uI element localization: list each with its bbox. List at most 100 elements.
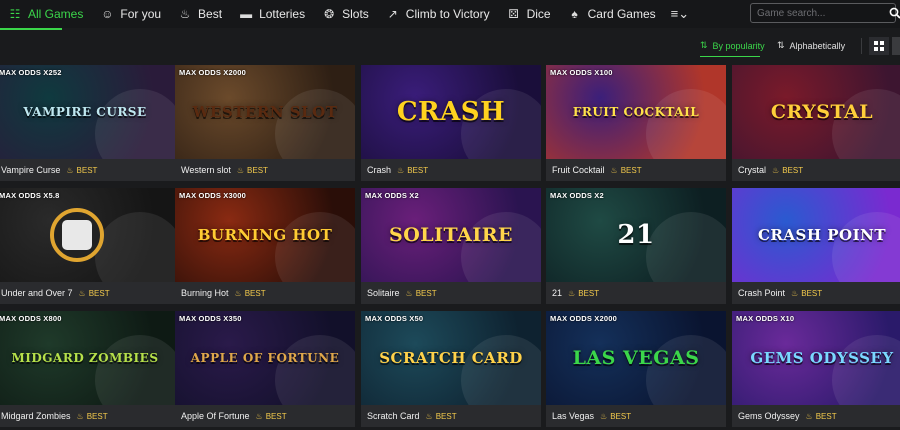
game-logo-text: VAMPIRE CURSE [23,105,147,119]
fire-icon: ♨ [405,288,413,298]
nav-tab-card-games[interactable]: ♠ Card Games [560,0,665,28]
game-thumbnail[interactable]: LAS VEGAS MAX ODDS X2000 [546,311,726,405]
stairs-icon: ↗ [387,7,398,21]
game-caption[interactable]: Burning Hot ♨ BEST [175,282,355,304]
sort-icon: ⇅ [700,40,708,50]
max-odds-badge: MAX ODDS X350 [179,314,242,323]
sort-alphabetically[interactable]: ⇅ Alphabetically [777,40,845,51]
game-caption[interactable]: Under and Over 7 ♨ BEST [0,282,175,304]
game-title: Las Vegas [552,411,595,421]
nav-tab-slots[interactable]: ❂ Slots [314,0,378,28]
game-thumbnail[interactable]: CRASH POINT [732,188,900,282]
max-odds-badge: MAX ODDS X2000 [179,68,246,77]
nav-tab-climb-to-victory[interactable]: ↗ Climb to Victory [378,0,499,28]
dice-icon [50,208,104,262]
max-odds-badge: MAX ODDS X2000 [550,314,617,323]
game-logo-text: MIDGARD ZOMBIES [11,351,159,365]
nav-tab-for-you[interactable]: ☺ For you [92,0,170,28]
search-icon[interactable] [889,7,900,19]
best-badge: ♨ BEST [77,412,108,421]
game-caption[interactable]: Crash Point ♨ BEST [732,282,900,304]
fire-icon: ♨ [255,411,263,421]
best-label: BEST [407,165,429,175]
game-caption[interactable]: Scratch Card ♨ BEST [361,405,541,427]
game-caption[interactable]: Midgard Zombies ♨ BEST [0,405,175,427]
game-caption[interactable]: Apple Of Fortune ♨ BEST [175,405,355,427]
game-caption[interactable]: Solitaire ♨ BEST [361,282,541,304]
game-caption[interactable]: Fruit Cocktail ♨ BEST [546,159,726,181]
game-thumbnail[interactable]: FRUIT COCKTAIL MAX ODDS X100 [546,65,726,159]
fire-icon: ♨ [179,7,191,21]
best-label: BEST [620,165,642,175]
nav-tab-dice[interactable]: ⚄ Dice [499,0,560,28]
game-caption[interactable]: 21 ♨ BEST [546,282,726,304]
game-logo-text: GEMS ODYSSEY [750,348,894,367]
game-thumbnail[interactable]: MIDGARD ZOMBIES MAX ODDS X800 [0,311,175,405]
game-card[interactable]: WESTERN SLOT MAX ODDS X2000 Western slot ♨ B… [175,65,355,181]
game-card[interactable]: 21 MAX ODDS X2 21 ♨ BEST [546,188,726,304]
game-thumbnail[interactable]: CRASH [361,65,541,159]
game-logo-text: BURNING HOT [197,225,333,244]
best-label: BEST [265,411,287,421]
game-title: Fruit Cocktail [552,165,605,175]
game-caption[interactable]: Crash ♨ BEST [361,159,541,181]
ticket-icon: ▬ [240,7,253,21]
game-card[interactable]: SCRATCH CARD MAX ODDS X50 Scratch Card ♨ BES… [361,311,541,427]
game-title: Crystal [738,165,767,175]
game-thumbnail[interactable]: VAMPIRE CURSE MAX ODDS X252 [0,65,175,159]
game-caption[interactable]: Vampire Curse ♨ BEST [0,159,175,181]
grid-view-icon[interactable] [869,37,889,55]
game-title: Scratch Card [367,411,420,421]
game-card[interactable]: GEMS ODYSSEY MAX ODDS X10 Gems Odyssey ♨ BES… [732,311,900,427]
game-search-box[interactable] [750,3,900,23]
list-view-button[interactable] [892,37,900,55]
game-thumbnail[interactable]: SOLITAIRE MAX ODDS X2 [361,188,541,282]
game-card[interactable]: CRASH Crash ♨ BEST [361,65,541,181]
nav-tab-label: Climb to Victory [405,7,490,21]
dice-icon: ⚄ [508,7,519,21]
more-menu-icon[interactable]: ≡⌄ [665,6,695,22]
max-odds-badge: MAX ODDS X50 [365,314,424,323]
game-card[interactable]: CRYSTAL Crystal ♨ BEST [732,65,900,181]
game-card[interactable]: BURNING HOT MAX ODDS X3000 Burning Hot ♨ BES… [175,188,355,304]
max-odds-badge: MAX ODDS X252 [0,68,62,77]
gamepad-icon: ☷ [9,7,21,21]
game-card[interactable]: MIDGARD ZOMBIES MAX ODDS X800 Midgard Zomb… [0,311,175,427]
slot-icon: ❂ [324,7,335,21]
best-label: BEST [88,288,110,298]
game-caption[interactable]: Western slot ♨ BEST [175,159,355,181]
game-caption[interactable]: Crystal ♨ BEST [732,159,900,181]
best-badge: ♨ BEST [791,289,822,298]
sort-by-popularity[interactable]: ⇅ By popularity [700,40,765,57]
nav-tab-all-games[interactable]: ☷ All Games [0,0,92,28]
game-thumbnail[interactable]: SCRATCH CARD MAX ODDS X50 [361,311,541,405]
max-odds-badge: MAX ODDS X10 [736,314,795,323]
game-card[interactable]: CRASH POINT Crash Point ♨ BEST [732,188,900,304]
game-card[interactable]: FRUIT COCKTAIL MAX ODDS X100 Fruit Cocktai… [546,65,726,181]
game-caption[interactable]: Las Vegas ♨ BEST [546,405,726,427]
game-card[interactable]: MAX ODDS X5.8 Under and Over 7 ♨ BEST [0,188,175,304]
game-thumbnail[interactable]: WESTERN SLOT MAX ODDS X2000 [175,65,355,159]
game-thumbnail[interactable]: CRYSTAL [732,65,900,159]
game-card[interactable]: SOLITAIRE MAX ODDS X2 Solitaire ♨ BEST [361,188,541,304]
divider [861,38,862,54]
user-icon: ☺ [101,7,114,21]
game-card[interactable]: LAS VEGAS MAX ODDS X2000 Las Vegas ♨ BEST [546,311,726,427]
best-label: BEST [815,411,837,421]
game-thumbnail[interactable]: GEMS ODYSSEY MAX ODDS X10 [732,311,900,405]
game-title: Vampire Curse [1,165,61,175]
game-card[interactable]: VAMPIRE CURSE MAX ODDS X252 Vampire Curse ♨… [0,65,175,181]
best-label: BEST [415,288,437,298]
sort-bar: ⇅ By popularity ⇅ Alphabetically [0,30,900,64]
nav-tab-lotteries[interactable]: ▬ Lotteries [231,0,314,28]
game-card[interactable]: APPLE OF FORTUNE MAX ODDS X350 Apple Of Fo… [175,311,355,427]
game-thumbnail[interactable]: BURNING HOT MAX ODDS X3000 [175,188,355,282]
game-search-input[interactable] [751,4,889,22]
best-badge: ♨ BEST [79,289,110,298]
game-caption[interactable]: Gems Odyssey ♨ BEST [732,405,900,427]
game-title: Apple Of Fortune [181,411,250,421]
game-thumbnail[interactable]: 21 MAX ODDS X2 [546,188,726,282]
game-thumbnail[interactable]: MAX ODDS X5.8 [0,188,175,282]
nav-tab-best[interactable]: ♨ Best [170,0,231,28]
game-thumbnail[interactable]: APPLE OF FORTUNE MAX ODDS X350 [175,311,355,405]
